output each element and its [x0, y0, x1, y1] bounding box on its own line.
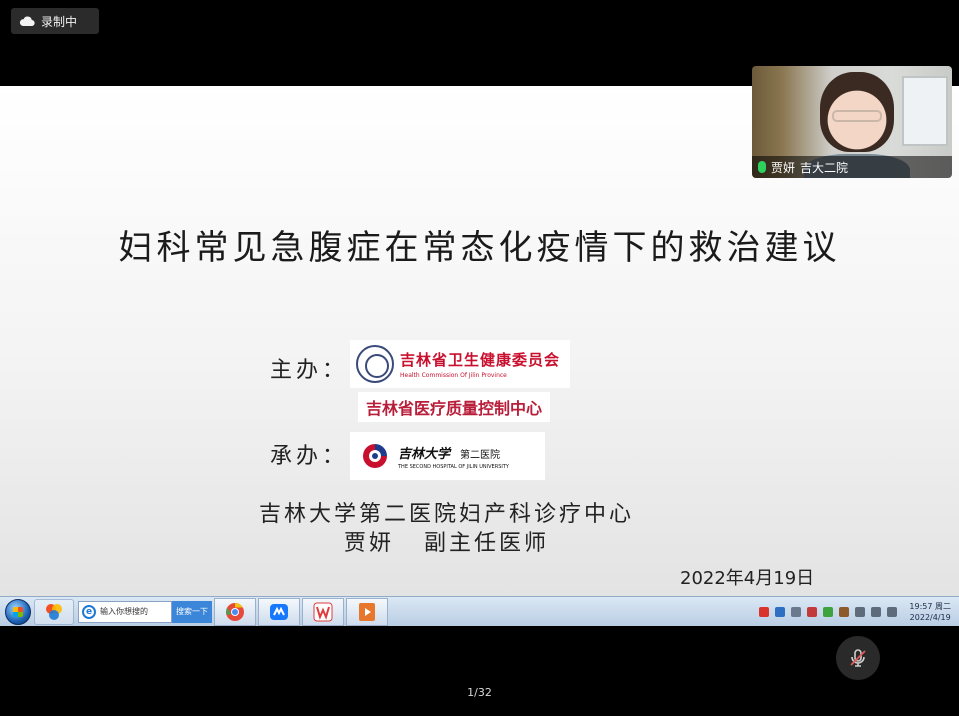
page-indicator: 1/32	[467, 686, 492, 699]
settings-icon[interactable]	[791, 606, 802, 617]
taskbar-app-presentation[interactable]	[346, 597, 388, 626]
host-label: 主办：	[270, 358, 349, 383]
tray-app-icon[interactable]	[807, 606, 818, 617]
chrome-icon	[226, 602, 244, 621]
clock-time: 19:57 周二	[909, 601, 951, 611]
wps-icon	[313, 602, 333, 621]
slide-title: 妇科常见急腹症在常态化疫情下的救治建议	[118, 228, 841, 268]
colorful-app-icon	[46, 603, 62, 620]
meeting-window: 录制中 妇科常见急腹症在常态化疫情下的救治建议 主办： 吉林省卫生健康委员会 H…	[0, 0, 959, 716]
department-line: 吉林大学第二医院妇产科诊疗中心	[258, 502, 634, 527]
hospital-calligraphy: 吉林大学	[398, 446, 451, 462]
tray-tool-icon[interactable]	[839, 606, 850, 617]
quality-control-center-logo: 吉林省医疗质量控制中心	[358, 392, 550, 422]
presenter-org: 吉大二院	[800, 160, 849, 175]
mute-button[interactable]	[836, 636, 880, 680]
start-button[interactable]	[5, 598, 31, 625]
presenter-name: 贾妍	[771, 160, 796, 175]
ie-search-box[interactable]: e 输入你想搜的	[78, 600, 172, 623]
recording-label: 录制中	[41, 14, 78, 29]
system-tray: 19:57 周二 2022/4/19	[759, 601, 959, 623]
network-icon[interactable]	[855, 606, 866, 617]
taskbar-clock[interactable]: 19:57 周二 2022/4/19	[909, 601, 951, 623]
sogou-input-icon[interactable]	[759, 606, 770, 617]
ie-icon: e	[82, 604, 96, 619]
search-placeholder: 输入你想搜的	[100, 607, 148, 616]
hospital-logo: 吉林大学 第二医院 THE SECOND HOSPITAL OF JILIN U…	[350, 432, 545, 480]
windows-taskbar: e 输入你想搜的 搜索一下 19:57 周二 2022/4/19	[0, 596, 959, 626]
hospital-name-en: THE SECOND HOSPITAL OF JILIN UNIVERSITY	[398, 463, 509, 470]
presenter-video-tile[interactable]: 贾妍 吉大二院	[752, 66, 952, 178]
presenter-glasses	[832, 110, 882, 122]
seal-icon	[356, 345, 394, 383]
hospital-emblem-icon	[360, 441, 390, 471]
security-icon[interactable]	[823, 606, 834, 617]
search-button[interactable]: 搜索一下	[172, 600, 212, 623]
recording-badge[interactable]: 录制中	[11, 8, 99, 34]
mic-muted-icon	[850, 649, 866, 667]
help-icon[interactable]	[775, 606, 786, 617]
taskbar-app-wps[interactable]	[302, 597, 344, 626]
taskbar-app-browser[interactable]	[34, 598, 74, 625]
presenter-line: 贾妍 副主任医师	[344, 531, 549, 556]
organizer-label: 承办：	[270, 444, 349, 469]
volume-icon[interactable]	[887, 606, 898, 617]
cloud-icon	[19, 15, 35, 27]
health-commission-logo: 吉林省卫生健康委员会 Health Commission Of Jilin Pr…	[350, 340, 570, 388]
presentation-app-icon	[359, 602, 375, 621]
background-window	[902, 76, 948, 146]
clock-date: 2022/4/19	[909, 612, 951, 622]
mic-active-icon	[758, 161, 766, 173]
meeting-app-icon	[270, 603, 288, 620]
health-commission-name: 吉林省卫生健康委员会	[400, 351, 561, 369]
taskbar-app-chrome[interactable]	[214, 597, 256, 626]
health-commission-name-en: Health Commission Of Jilin Province	[400, 372, 507, 379]
slide-date: 2022年4月19日	[680, 568, 815, 589]
signal-icon[interactable]	[871, 606, 882, 617]
video-name-label: 贾妍 吉大二院	[752, 156, 952, 178]
hospital-dept: 第二医院	[460, 449, 501, 461]
taskbar-app-tencent-meeting[interactable]	[258, 597, 300, 626]
